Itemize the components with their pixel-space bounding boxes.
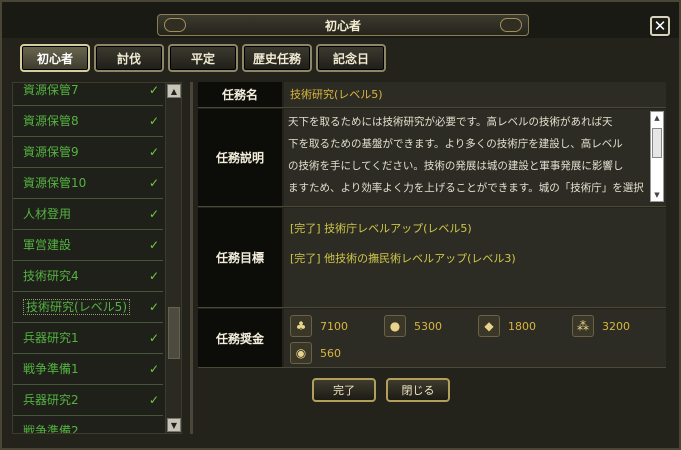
quest-description-label: 任務説明 <box>198 109 282 206</box>
quest-list: 資源保管7 ✓ 資源保管8 ✓ 資源保管9 ✓ 資源保管10 ✓ 人材登用 ✓ 軍営建設 ✓ 技術研究4… <box>13 83 163 434</box>
list-item[interactable]: 兵器研究1 ✓ <box>13 323 163 354</box>
description-scrollbar[interactable]: ▲ ▼ <box>650 111 664 202</box>
check-icon: ✓ <box>148 145 159 159</box>
goal-item: [完了] 技術庁レベルアップ(レベル5) <box>290 222 472 235</box>
scroll-up-icon[interactable]: ▲ <box>651 112 663 124</box>
list-item[interactable]: 戦争準備2 <box>13 416 163 434</box>
quest-goal-label: 任務目標 <box>198 208 282 307</box>
check-icon: ✓ <box>148 176 159 190</box>
list-item[interactable]: 資源保管7 ✓ <box>13 83 163 106</box>
ornament-right <box>500 18 522 32</box>
list-item[interactable]: 兵器研究2 ✓ <box>13 385 163 416</box>
list-item[interactable]: 技術研究(レベル5) ✓ <box>13 292 163 323</box>
quest-label: 兵器研究1 <box>23 331 79 345</box>
check-icon: ✓ <box>148 238 159 252</box>
quest-description-text: 天下を取るためには技術研究が必要です。高レベルの技術があれば天 下を取るための基… <box>286 111 648 202</box>
close-icon[interactable]: ✕ <box>650 16 670 36</box>
quest-label: 戦争準備1 <box>23 362 79 376</box>
ornament-left <box>164 18 186 32</box>
list-item[interactable]: 技術研究4 ✓ <box>13 261 163 292</box>
quest-name-row: 任務名 技術研究(レベル5) <box>198 82 666 108</box>
gold-icon: ◉ <box>290 342 312 364</box>
quest-label: 資源保管7 <box>23 83 79 97</box>
window-title: 初心者 <box>324 18 361 33</box>
quest-label: 資源保管8 <box>23 114 79 128</box>
reward-gold: ◉ 560 <box>290 342 341 364</box>
quest-label: 資源保管10 <box>23 176 87 190</box>
quest-list-panel: 資源保管7 ✓ 資源保管8 ✓ 資源保管9 ✓ 資源保管10 ✓ 人材登用 ✓ 軍営建設 ✓ 技術研究4… <box>12 82 182 434</box>
title-plate: 初心者 <box>157 14 529 36</box>
reward-value: 3200 <box>602 319 630 333</box>
quest-reward-body: ♣ 7100 ● 5300 ◆ 1800 ⁂ 3200 ◉ 560 <box>284 309 666 367</box>
reward-value: 5300 <box>414 319 442 333</box>
quest-label: 技術研究4 <box>23 269 79 283</box>
quest-description-row: 任務説明 天下を取るためには技術研究が必要です。高レベルの技術があれば天 下を取… <box>198 109 666 207</box>
quest-list-scrollbar[interactable]: ▲ ▼ <box>165 83 181 433</box>
quest-reward-label: 任務奨金 <box>198 309 282 367</box>
quest-goal-row: 任務目標 [完了] 技術庁レベルアップ(レベル5) [完了] 他技術の撫民術レベ… <box>198 208 666 308</box>
list-item[interactable]: 資源保管10 ✓ <box>13 168 163 199</box>
quest-detail: 任務名 技術研究(レベル5) 任務説明 天下を取るためには技術研究が必要です。高… <box>198 82 666 368</box>
tab-subjugation[interactable]: 討伐 <box>94 44 164 72</box>
quest-label: 資源保管9 <box>23 145 79 159</box>
scroll-thumb[interactable] <box>652 128 662 158</box>
grain-icon: ⁂ <box>572 315 594 337</box>
goal-item: [完了] 他技術の撫民術レベルアップ(レベル3) <box>290 252 516 265</box>
quest-description-body: 天下を取るためには技術研究が必要です。高レベルの技術があれば天 下を取るための基… <box>284 109 666 206</box>
reward-value: 560 <box>320 346 341 360</box>
description-line: の技術を手にしてください。技術の発展は城の建設と軍事発展に影響し <box>288 160 624 172</box>
quest-window: 初心者 ✕ 初心者 討伐 平定 歴史任務 記念日 資源保管7 ✓ 資源保管8 ✓ 資源保… <box>0 0 681 450</box>
tab-pacification[interactable]: 平定 <box>168 44 238 72</box>
reward-stone: ● 5300 <box>384 315 442 337</box>
description-line: 天下を取るためには技術研究が必要です。高レベルの技術があれば天 <box>288 116 613 128</box>
check-icon: ✓ <box>148 300 159 314</box>
quest-label: 人材登用 <box>23 207 72 221</box>
reward-iron: ◆ 1800 <box>478 315 536 337</box>
list-item[interactable]: 人材登用 ✓ <box>13 199 163 230</box>
tab-history-quest[interactable]: 歴史任務 <box>242 44 312 72</box>
list-item[interactable]: 戦争準備1 ✓ <box>13 354 163 385</box>
quest-name-label: 任務名 <box>198 82 282 107</box>
description-line: ますため、より効率よく力を上げることができます。城の「技術庁」を選択 <box>288 182 644 194</box>
quest-label: 技術研究(レベル5) <box>23 299 130 315</box>
check-icon: ✓ <box>148 207 159 221</box>
check-icon: ✓ <box>148 362 159 376</box>
scroll-up-icon[interactable]: ▲ <box>167 84 181 98</box>
quest-label: 戦争準備2 <box>23 424 79 434</box>
quest-goal-body: [完了] 技術庁レベルアップ(レベル5) [完了] 他技術の撫民術レベルアップ(… <box>284 208 666 307</box>
scroll-down-icon[interactable]: ▼ <box>167 418 181 432</box>
iron-icon: ◆ <box>478 315 500 337</box>
scroll-down-icon[interactable]: ▼ <box>651 189 663 201</box>
wood-icon: ♣ <box>290 315 312 337</box>
quest-label: 軍営建設 <box>23 238 72 252</box>
check-icon: ✓ <box>148 331 159 345</box>
quest-name-body: 技術研究(レベル5) <box>284 82 666 107</box>
tab-beginner[interactable]: 初心者 <box>20 44 90 72</box>
complete-button[interactable]: 完了 <box>312 378 376 402</box>
check-icon: ✓ <box>148 83 159 97</box>
reward-value: 7100 <box>320 319 348 333</box>
panel-divider <box>190 82 193 434</box>
quest-reward-row: 任務奨金 ♣ 7100 ● 5300 ◆ 1800 ⁂ 3200 ◉ 560 <box>198 309 666 368</box>
list-item[interactable]: 資源保管8 ✓ <box>13 106 163 137</box>
check-icon: ✓ <box>148 114 159 128</box>
description-line: 下を取るための基盤ができます。より多くの技術庁を建設し、高レベル <box>288 138 623 150</box>
list-item[interactable]: 資源保管9 ✓ <box>13 137 163 168</box>
title-bar: 初心者 ✕ <box>2 2 679 38</box>
tab-anniversary[interactable]: 記念日 <box>316 44 386 72</box>
stone-icon: ● <box>384 315 406 337</box>
close-button[interactable]: 閉じる <box>386 378 450 402</box>
check-icon: ✓ <box>148 393 159 407</box>
reward-grain: ⁂ 3200 <box>572 315 630 337</box>
quest-name-value: 技術研究(レベル5) <box>290 88 383 101</box>
reward-value: 1800 <box>508 319 536 333</box>
reward-wood: ♣ 7100 <box>290 315 348 337</box>
check-icon: ✓ <box>148 269 159 283</box>
scroll-thumb[interactable] <box>168 307 180 359</box>
list-item[interactable]: 軍営建設 ✓ <box>13 230 163 261</box>
quest-label: 兵器研究2 <box>23 393 79 407</box>
